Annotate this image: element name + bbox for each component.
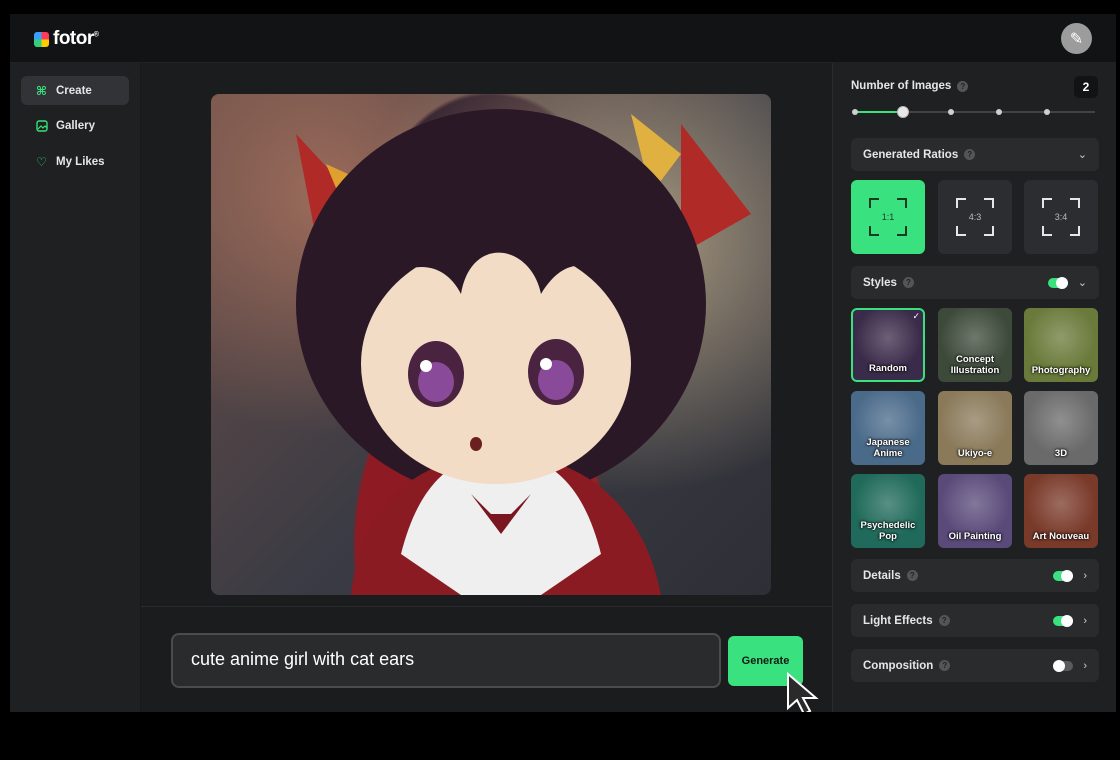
sidebar-item-label: Create [56,84,92,97]
help-icon[interactable]: ? [964,149,976,160]
command-icon: ⌘ [35,83,48,98]
help-icon[interactable]: ? [939,660,951,671]
fotor-app: fotor® ✎ ⌘ Create Gallery ♡ My Likes cut… [10,14,1116,712]
section-controls: › [1053,614,1087,627]
number-of-images-label: Number of Images ? [851,80,969,92]
canvas-area [141,63,832,606]
details-section[interactable]: Details? › [851,559,1099,592]
style-label: Ukiyo-e [957,448,993,459]
number-of-images-value: 2 [1074,76,1098,98]
ratio-frame-icon [869,198,907,236]
chevron-right-icon: › [1083,659,1087,672]
styles-header[interactable]: Styles? ⌄ [851,266,1099,299]
style-label: 3D [1054,448,1068,459]
user-avatar[interactable]: ✎ [1061,23,1092,54]
ratio-1-1[interactable]: 1:1 [851,180,925,254]
section-controls: › [1053,659,1087,672]
style-label: Concept Illustration [950,354,1000,376]
section-controls: › [1053,569,1087,582]
chevron-right-icon: › [1083,569,1087,582]
sidebar: ⌘ Create Gallery ♡ My Likes [10,63,141,712]
anime-girl-illustration [211,94,771,595]
slider-step-dot[interactable] [852,109,858,115]
slider-knob[interactable] [897,106,909,118]
composition-section[interactable]: Composition? › [851,649,1099,682]
sidebar-item-my-likes[interactable]: ♡ My Likes [21,147,129,176]
logo-mark-icon [34,31,49,47]
section-controls: ⌄ [1078,148,1087,161]
heart-icon: ♡ [36,154,47,169]
style-label: Random [869,363,907,374]
number-of-images-slider[interactable] [852,106,1095,118]
generated-ratios-header[interactable]: Generated Ratios? ⌄ [851,138,1099,171]
style-tile-psychedelic-pop[interactable]: Psychedelic Pop [851,474,925,548]
sidebar-item-create[interactable]: ⌘ Create [21,76,129,105]
help-icon[interactable]: ? [902,277,914,288]
style-tile-japanese-anime[interactable]: Japanese Anime [851,391,925,465]
help-icon[interactable]: ? [906,570,918,581]
slider-step-dot[interactable] [996,109,1002,115]
chevron-right-icon: › [1083,614,1087,627]
prompt-input[interactable]: cute anime girl with cat ears [171,633,721,688]
fotor-logo[interactable]: fotor® [34,28,99,50]
ratio-4-3[interactable]: 4:3 [938,180,1012,254]
ratio-3-4[interactable]: 3:4 [1024,180,1098,254]
style-tile-art-nouveau[interactable]: Art Nouveau [1024,474,1098,548]
section-controls: ⌄ [1047,276,1087,289]
slider-step-dot[interactable] [948,109,954,115]
logo-text: fotor® [53,28,99,49]
slider-fill [855,111,903,113]
style-tile-ukiyo-e[interactable]: Ukiyo-e [938,391,1012,465]
composition-toggle[interactable] [1053,659,1074,672]
styles-toggle[interactable] [1047,276,1068,289]
style-tile-3d[interactable]: 3D [1024,391,1098,465]
brush-icon: ✎ [1069,30,1084,48]
chevron-down-icon: ⌄ [1077,149,1087,161]
style-label: Photography [1031,365,1091,376]
sidebar-item-gallery[interactable]: Gallery [21,111,129,140]
image-icon [35,119,48,132]
sidebar-item-label: My Likes [56,155,105,168]
help-icon[interactable]: ? [957,80,969,92]
style-tile-concept-illustration[interactable]: Concept Illustration [938,308,1012,382]
light-effects-label: Light Effects? [863,615,950,627]
prompt-bar: cute anime girl with cat ears Generate [141,606,832,712]
sidebar-item-label: Gallery [56,119,95,132]
check-icon: ✓ [912,311,920,321]
styles-label: Styles? [863,277,914,289]
style-tile-photography[interactable]: Photography [1024,308,1098,382]
mouse-cursor-icon [787,672,819,712]
style-tile-oil-painting[interactable]: Oil Painting [938,474,1012,548]
style-tile-random[interactable]: Random ✓ [851,308,925,382]
light-effects-toggle[interactable] [1053,614,1074,627]
style-label: Art Nouveau [1032,531,1090,542]
details-toggle[interactable] [1053,569,1074,582]
ratio-frame-icon [956,198,994,236]
help-icon[interactable]: ? [938,615,950,626]
style-label: Japanese Anime [866,437,910,459]
style-label: Oil Painting [948,531,1002,542]
style-label: Psychedelic Pop [860,520,916,542]
slider-step-dot[interactable] [1044,109,1050,115]
details-label: Details? [863,570,918,582]
light-effects-section[interactable]: Light Effects? › [851,604,1099,637]
top-bar: fotor® ✎ [10,14,1116,63]
settings-panel: Number of Images ? 2 Generated Ratios? ⌄… [832,63,1116,712]
generated-ratios-label: Generated Ratios? [863,149,976,161]
composition-label: Composition? [863,660,951,672]
generated-image[interactable] [211,94,771,595]
chevron-down-icon: ⌄ [1077,277,1087,289]
ratio-frame-icon [1042,198,1080,236]
